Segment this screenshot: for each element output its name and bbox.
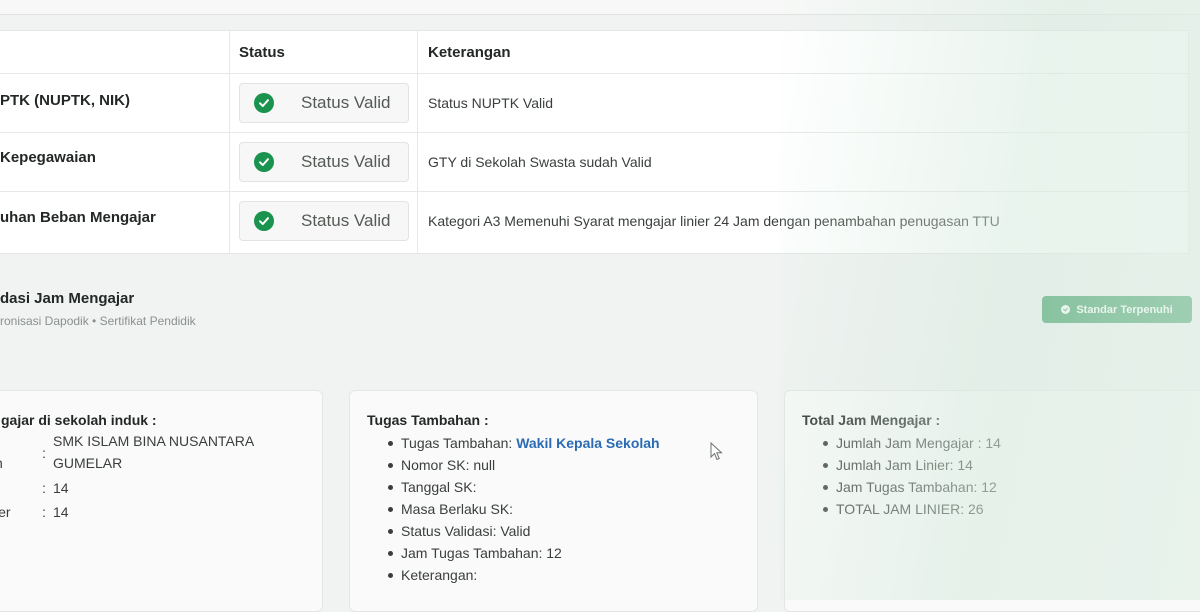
top-panel-edge	[0, 0, 1200, 15]
table-row: Kepegawaian Status Valid GTY di Sekolah …	[0, 133, 1188, 192]
list-item: Keterangan:	[388, 564, 660, 586]
list-item: Jumlah Jam Mengajar : 14	[823, 432, 1001, 454]
status-label: Status Valid	[301, 152, 391, 171]
check-circle-icon	[254, 211, 274, 231]
row-keterangan: GTY di Sekolah Swasta sudah Valid	[428, 154, 652, 170]
row-keterangan: Status NUPTK Valid	[428, 95, 554, 111]
status-badge: Status Valid	[239, 201, 409, 241]
field-value: 14	[53, 504, 69, 520]
card-title: Total Jam Mengajar :	[802, 412, 941, 428]
status-badge: Status Valid	[239, 142, 409, 182]
field-colon: :	[42, 480, 46, 496]
list-item: TOTAL JAM LINIER: 26	[823, 498, 1001, 520]
list-item: Tugas Tambahan: Wakil Kepala Sekolah	[388, 432, 660, 454]
list-item: Status Validasi: Valid	[388, 520, 660, 542]
field-label: n	[0, 455, 3, 471]
total-hours-list: Jumlah Jam Mengajar : 14 Jumlah Jam Lini…	[823, 432, 1001, 520]
field-value: 14	[53, 480, 69, 496]
header-keterangan: Keterangan	[428, 44, 511, 61]
position-link[interactable]: Wakil Kepala Sekolah	[516, 435, 659, 451]
header-status: Status	[239, 44, 285, 61]
field-value: SMK ISLAM BINA NUSANTARA	[53, 433, 255, 449]
status-badge: Status Valid	[239, 83, 409, 123]
row-name: uhan Beban Mengajar	[0, 209, 156, 226]
table-row: uhan Beban Mengajar Status Valid Kategor…	[0, 192, 1188, 252]
list-item: Nomor SK: null	[388, 454, 660, 476]
field-label: ier	[0, 504, 11, 520]
card-title: Tugas Tambahan :	[367, 412, 489, 428]
status-label: Status Valid	[301, 93, 391, 112]
status-label: Status Valid	[301, 211, 391, 230]
table-header-row: Status Keterangan	[0, 31, 1188, 74]
table-row: PTK (NUPTK, NIK) Status Valid Status NUP…	[0, 74, 1188, 133]
standard-fulfilled-label: Standar Terpenuhi	[1076, 303, 1173, 316]
additional-task-list: Tugas Tambahan: Wakil Kepala Sekolah Nom…	[388, 432, 660, 586]
check-circle-icon	[1061, 305, 1071, 314]
additional-task-card: Tugas Tambahan : Tugas Tambahan: Wakil K…	[349, 390, 758, 612]
main-school-card: gajar di sekolah induk : n : SMK ISLAM B…	[0, 390, 323, 612]
total-hours-card: Total Jam Mengajar : Jumlah Jam Mengajar…	[784, 390, 1200, 612]
card-title: gajar di sekolah induk :	[1, 412, 157, 428]
list-item: Jam Tugas Tambahan: 12	[823, 476, 1001, 498]
mouse-cursor-icon	[710, 442, 723, 461]
row-name: Kepegawaian	[0, 149, 96, 166]
check-circle-icon	[254, 152, 274, 172]
validation-status-table: Status Keterangan PTK (NUPTK, NIK) Statu…	[0, 30, 1189, 254]
row-name: PTK (NUPTK, NIK)	[0, 92, 130, 109]
field-value: GUMELAR	[53, 455, 123, 471]
section-title: dasi Jam Mengajar	[0, 290, 135, 307]
standard-fulfilled-button[interactable]: Standar Terpenuhi	[1042, 296, 1192, 323]
list-item: Tanggal SK:	[388, 476, 660, 498]
field-colon: :	[42, 504, 46, 520]
list-item: Jam Tugas Tambahan: 12	[388, 542, 660, 564]
row-keterangan: Kategori A3 Memenuhi Syarat mengajar lin…	[428, 213, 1000, 229]
field-colon: :	[42, 445, 46, 461]
check-circle-icon	[254, 93, 274, 113]
list-item: Jumlah Jam Linier: 14	[823, 454, 1001, 476]
list-item: Masa Berlaku SK:	[388, 498, 660, 520]
section-subtitle: ronisasi Dapodik • Sertifikat Pendidik	[0, 314, 196, 328]
